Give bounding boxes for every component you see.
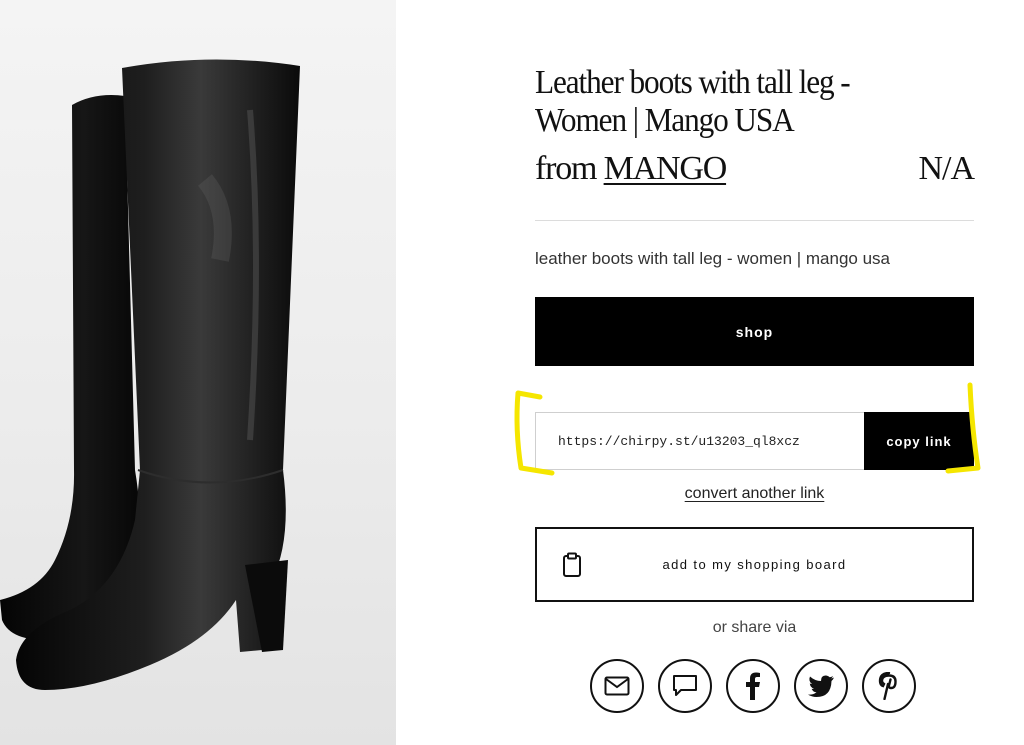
- brand-link[interactable]: MANGO: [604, 150, 728, 187]
- pinterest-share-button[interactable]: [862, 659, 916, 713]
- product-title: Leather boots with tall leg - Women | Ma…: [535, 64, 851, 139]
- shop-button[interactable]: shop: [535, 297, 974, 366]
- product-image: [0, 0, 396, 745]
- message-share-button[interactable]: [658, 659, 712, 713]
- add-to-board-label: add to my shopping board: [662, 557, 847, 572]
- convert-another-link[interactable]: convert another link: [535, 485, 974, 503]
- twitter-share-button[interactable]: [794, 659, 848, 713]
- copy-link-button[interactable]: copy link: [864, 412, 974, 470]
- message-icon: [672, 674, 698, 698]
- mail-icon: [604, 676, 630, 696]
- price: N/A: [918, 150, 975, 187]
- share-icons: [590, 659, 920, 717]
- product-description: leather boots with tall leg - women | ma…: [535, 249, 890, 268]
- facebook-share-button[interactable]: [726, 659, 780, 713]
- pinterest-icon: [878, 672, 900, 700]
- from-prefix: from: [535, 150, 598, 187]
- divider: [535, 220, 974, 221]
- short-link-input[interactable]: [536, 413, 864, 469]
- add-to-board-button[interactable]: add to my shopping board: [535, 527, 974, 602]
- short-link-row: copy link: [535, 412, 974, 470]
- share-label: or share via: [712, 619, 797, 636]
- facebook-icon: [745, 672, 761, 700]
- twitter-icon: [807, 675, 835, 697]
- mail-share-button[interactable]: [590, 659, 644, 713]
- from-line: from MANGO: [535, 150, 728, 188]
